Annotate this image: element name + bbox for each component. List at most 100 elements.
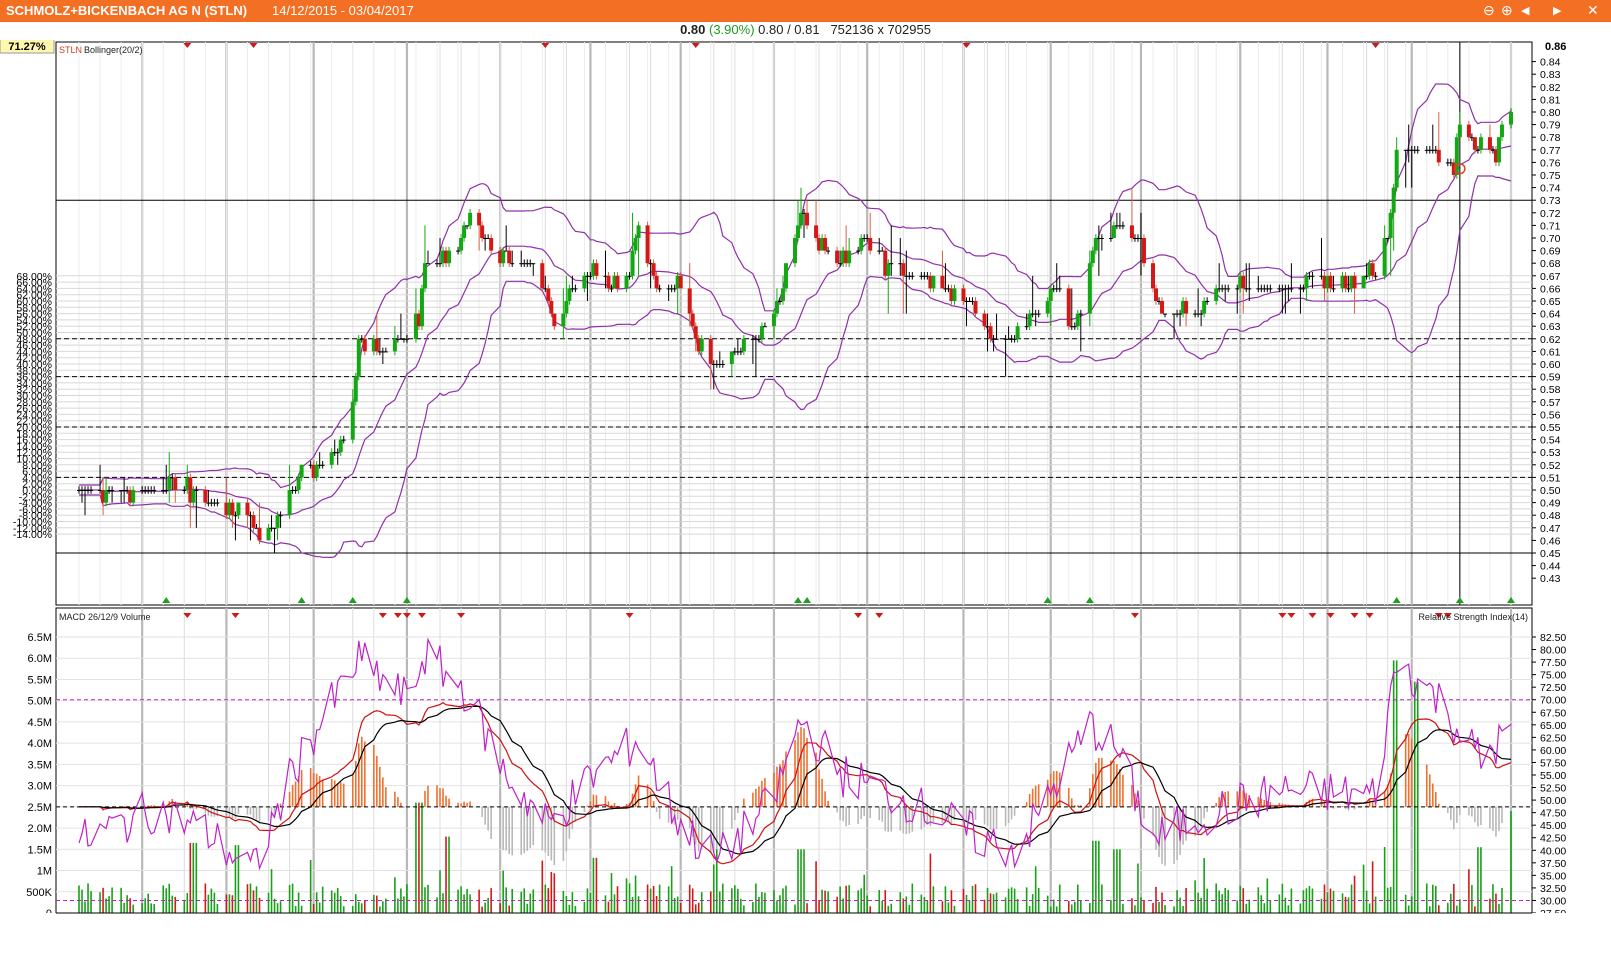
candle-body xyxy=(729,351,734,364)
price-tick-label: 0.77 xyxy=(1540,145,1561,157)
candle-body xyxy=(1108,238,1113,239)
volume-tick-label: 1M xyxy=(37,866,52,878)
price-tick-label: 0.45 xyxy=(1540,548,1561,560)
rsi-axis: 82.5080.0077.5075.0072.5070.0067.5065.00… xyxy=(1532,632,1566,920)
rsi-tick-label: 42.50 xyxy=(1540,833,1566,845)
candle-body xyxy=(823,238,828,251)
volume-tick-label: 6.5M xyxy=(28,632,52,644)
candle-body xyxy=(940,275,945,289)
rsi-tick-label: 72.50 xyxy=(1540,682,1566,694)
rsi-tick-label: 47.50 xyxy=(1540,808,1566,820)
candle-body xyxy=(257,527,262,541)
candle-body xyxy=(961,288,966,301)
price-tick-label: 0.72 xyxy=(1540,208,1561,220)
candle-body xyxy=(645,225,650,264)
candle-body xyxy=(89,490,94,491)
candle-body xyxy=(507,250,512,264)
price-tick-label: 0.80 xyxy=(1540,107,1561,119)
candle-body xyxy=(931,275,936,289)
lower-left-label: MACD 26/12/9 Volume xyxy=(59,612,151,622)
candle-body xyxy=(480,225,485,238)
candle-body xyxy=(693,326,698,339)
price-tick-label: 0.50 xyxy=(1540,485,1561,497)
candle-body xyxy=(422,263,427,289)
candle-body xyxy=(194,490,199,491)
candle-body xyxy=(793,238,797,264)
price-axis: 0.840.830.820.810.800.790.780.770.760.75… xyxy=(1532,57,1561,585)
candle-body xyxy=(1343,275,1348,289)
candle-body xyxy=(774,301,779,314)
candle-body xyxy=(756,338,761,340)
candle-body xyxy=(561,313,566,327)
rsi-tick-label: 82.50 xyxy=(1540,632,1566,644)
plus-circle-icon[interactable]: ⊕ xyxy=(1501,2,1513,19)
candle-body xyxy=(901,263,906,276)
candle-body xyxy=(814,225,819,238)
price-tick-label: 0.61 xyxy=(1540,346,1561,358)
bid-ask-size: 752136 x 702955 xyxy=(830,22,931,37)
candle-body xyxy=(110,490,115,491)
candle-body xyxy=(1090,250,1095,264)
candle-body xyxy=(459,238,464,251)
chart-canvas: 68.00%66.00%64.00%62.00%60.00%58.00%56.0… xyxy=(0,40,1611,954)
candle-body xyxy=(1509,112,1513,125)
candle-body xyxy=(1301,288,1306,290)
price-tick-label: 0.60 xyxy=(1540,359,1561,371)
candle-body xyxy=(988,326,993,339)
price-tick-label: 0.76 xyxy=(1540,157,1561,169)
candle-body xyxy=(362,338,367,352)
date-axis-strip xyxy=(0,913,1611,954)
volume-tick-label: 4.0M xyxy=(28,738,52,750)
price-tick-label: 0.56 xyxy=(1540,409,1561,421)
candle-body xyxy=(1382,238,1387,276)
price-tick-label: 0.47 xyxy=(1540,523,1561,535)
candle-body xyxy=(630,250,635,276)
price-tick-label: 0.70 xyxy=(1540,233,1561,245)
rsi-tick-label: 65.00 xyxy=(1540,720,1566,732)
close-icon[interactable]: ✕ xyxy=(1587,2,1599,19)
candle-body xyxy=(501,250,506,264)
rsi-tick-label: 55.00 xyxy=(1540,770,1566,782)
candle-body xyxy=(1072,326,1077,328)
candle-body xyxy=(738,351,743,353)
candle-body xyxy=(952,288,957,301)
pct-badge: 71.27% xyxy=(8,41,46,53)
candle-body xyxy=(859,238,864,251)
rsi-tick-label: 50.00 xyxy=(1540,795,1566,807)
candle-body xyxy=(1475,149,1480,151)
price-tick-label: 0.62 xyxy=(1540,334,1561,346)
rsi-tick-label: 40.00 xyxy=(1540,845,1566,857)
candle-body xyxy=(350,401,355,440)
rsi-tick-label: 37.50 xyxy=(1540,858,1566,870)
candle-body xyxy=(320,464,325,466)
price-badge: 0.86 xyxy=(1545,41,1566,53)
candle-body xyxy=(329,452,334,465)
candle-body xyxy=(215,502,220,504)
candle-body xyxy=(546,288,551,301)
candle-body xyxy=(910,275,915,277)
price-tick-label: 0.52 xyxy=(1540,460,1561,472)
candle-body xyxy=(392,338,397,352)
candle-body xyxy=(835,250,840,264)
triangle-right-icon[interactable]: ▶ xyxy=(1553,4,1561,17)
candle-body xyxy=(1141,238,1146,264)
candle-body xyxy=(1499,124,1504,138)
candle-body xyxy=(609,288,614,290)
candle-body xyxy=(1436,149,1441,163)
triangle-left-icon[interactable]: ◀ xyxy=(1521,4,1529,17)
candle-body xyxy=(741,338,746,352)
candle-body xyxy=(1466,124,1471,138)
pct-axis: 68.00%66.00%64.00%62.00%60.00%58.00%56.0… xyxy=(13,271,52,541)
candle-body xyxy=(1184,301,1189,314)
candle-body xyxy=(777,301,782,302)
price-tick-label: 0.48 xyxy=(1540,510,1561,522)
candle-body xyxy=(338,439,343,453)
candle-body xyxy=(1328,275,1333,289)
candle-body xyxy=(1457,124,1462,138)
volume-axis: 6.5M 6.0M 5.5M 5.0M 4.5M 4.0M 3.5M 3.0M 2.5M 2.0M… xyxy=(26,632,52,920)
candle-body xyxy=(687,288,692,314)
volume-tick-label: 5.5M xyxy=(28,674,52,686)
candle-body xyxy=(275,515,280,528)
minus-circle-icon[interactable]: ⊖ xyxy=(1483,2,1495,19)
candle-body xyxy=(657,288,662,290)
